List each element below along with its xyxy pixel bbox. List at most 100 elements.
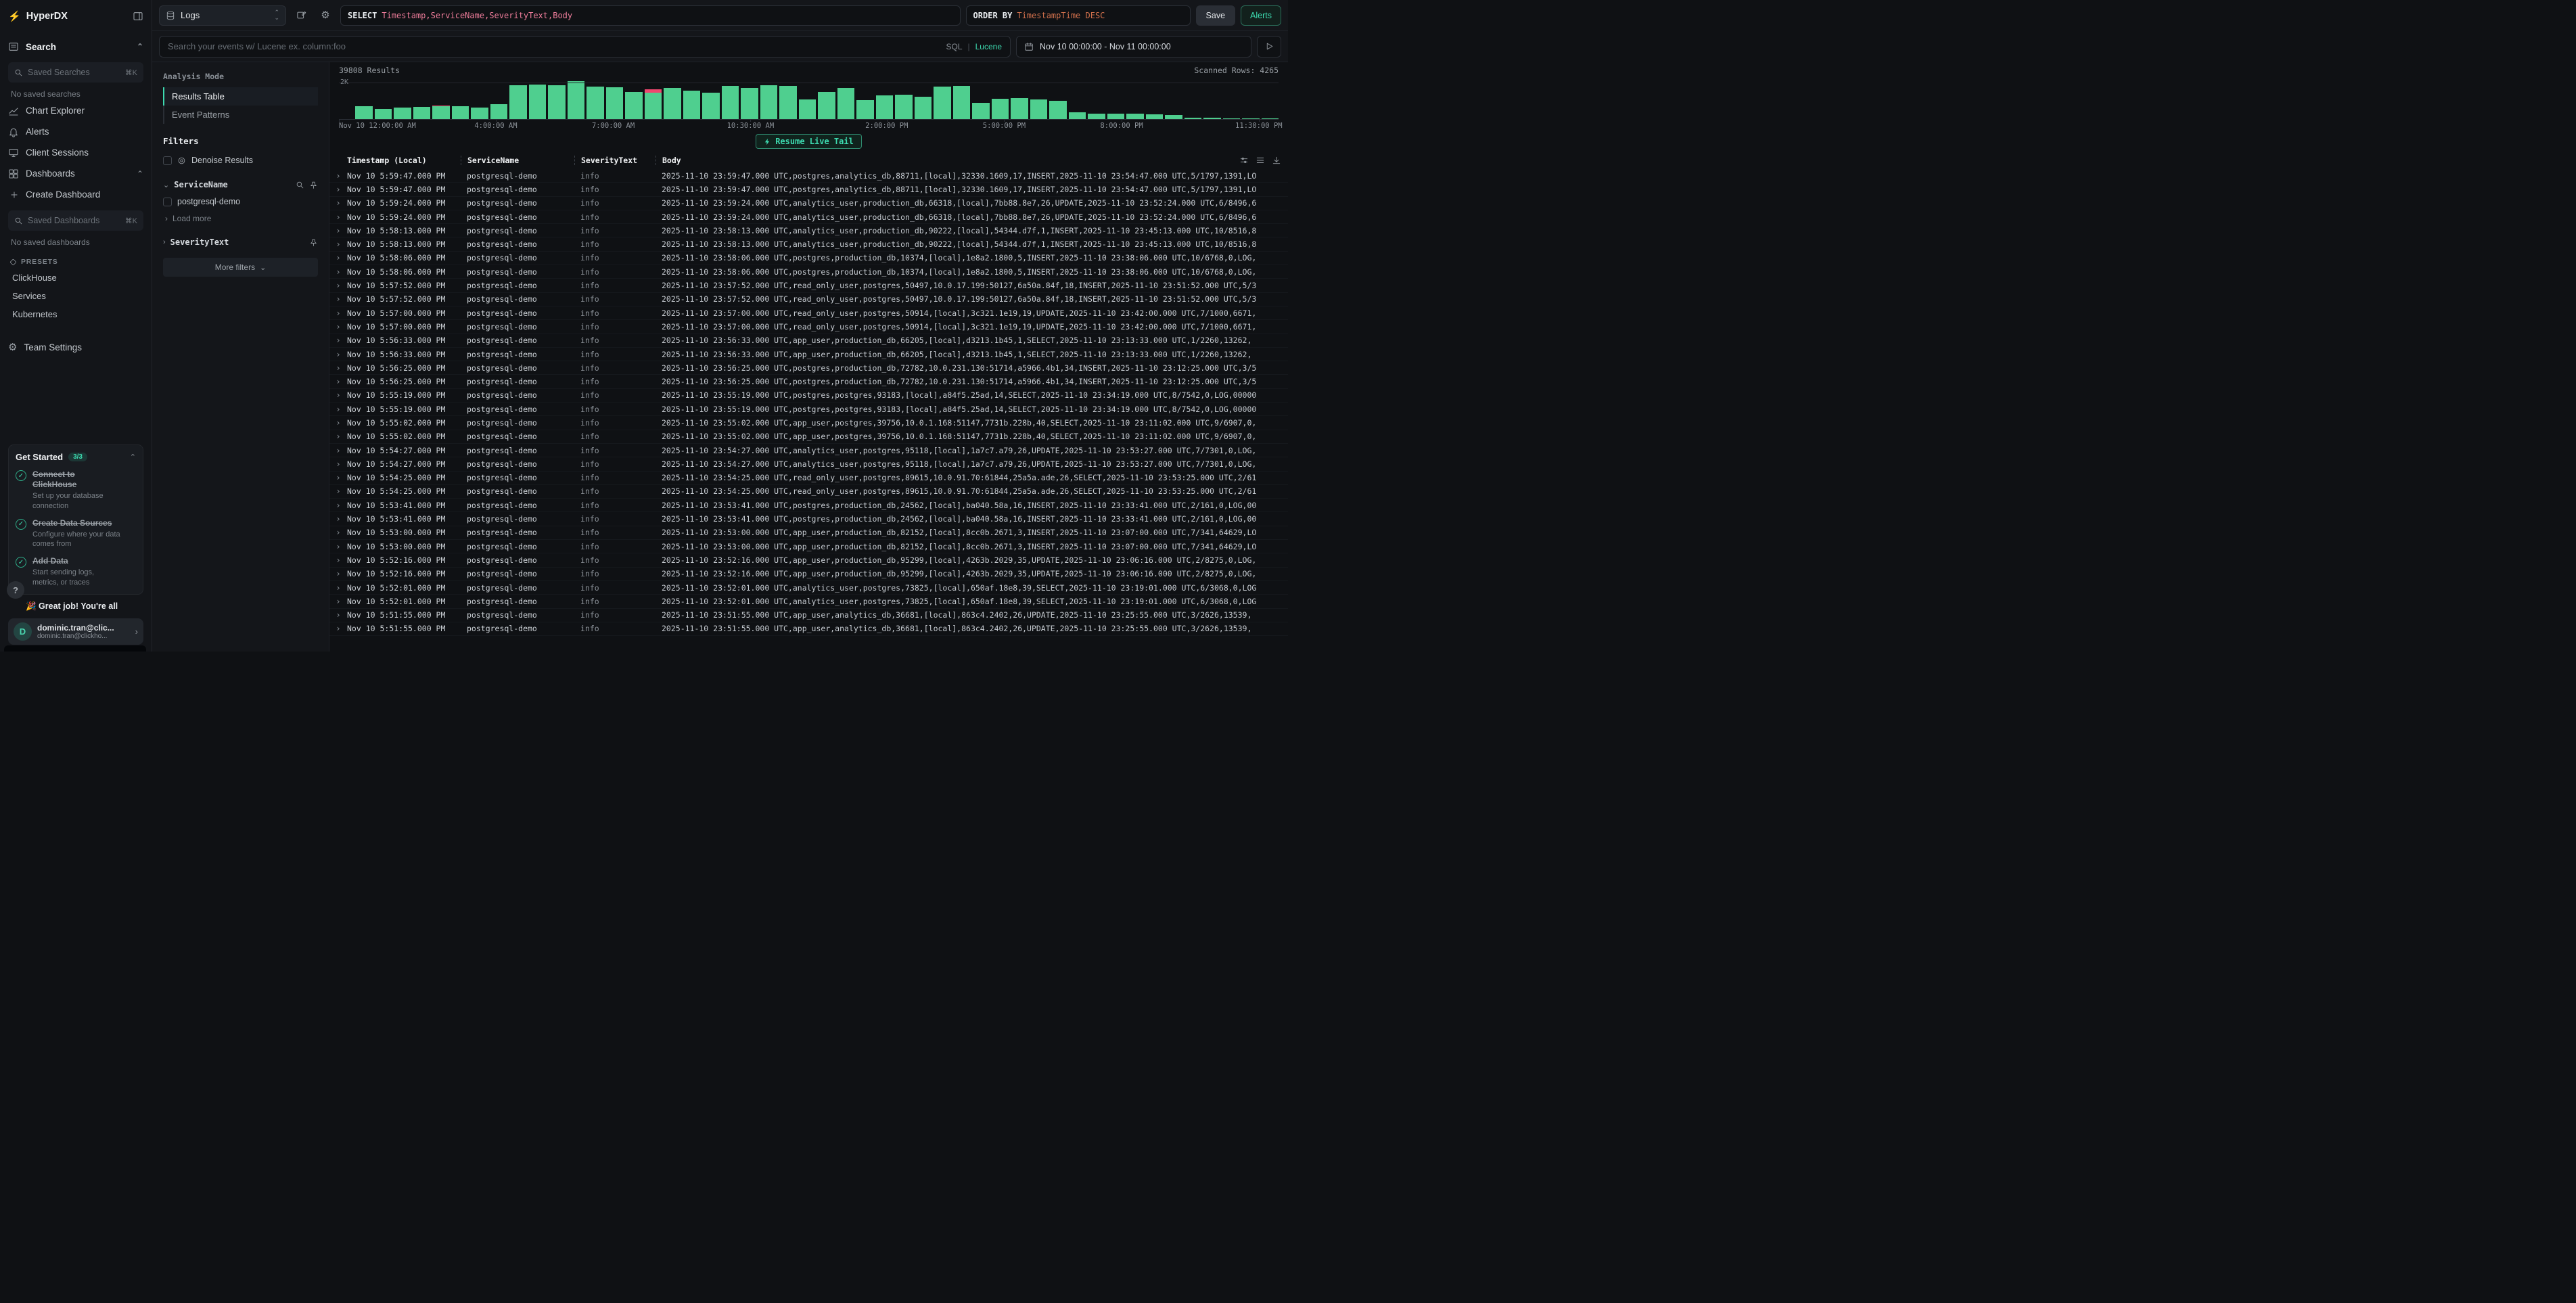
histogram-bar[interactable]	[1107, 79, 1125, 119]
table-row[interactable]: › Nov 10 5:54:27.000 PM postgresql-demo …	[329, 444, 1288, 457]
col-header-timestamp[interactable]: Timestamp (Local)	[347, 156, 461, 165]
table-row[interactable]: › Nov 10 5:52:16.000 PM postgresql-demo …	[329, 568, 1288, 581]
table-row[interactable]: › Nov 10 5:51:55.000 PM postgresql-demo …	[329, 609, 1288, 622]
table-row[interactable]: › Nov 10 5:55:19.000 PM postgresql-demo …	[329, 389, 1288, 403]
row-expand-icon[interactable]: ›	[329, 212, 347, 222]
sidebar-item-alerts[interactable]: Alerts	[8, 121, 143, 142]
load-more-button[interactable]: › Load more	[163, 210, 318, 227]
row-expand-icon[interactable]: ›	[329, 459, 347, 469]
preset-item[interactable]: Kubernetes	[8, 305, 143, 323]
histogram-bar[interactable]	[452, 79, 469, 119]
mode-lucene-toggle[interactable]: Lucene	[975, 42, 1002, 51]
table-row[interactable]: › Nov 10 5:53:41.000 PM postgresql-demo …	[329, 512, 1288, 526]
row-expand-icon[interactable]: ›	[329, 185, 347, 194]
histogram-bar[interactable]	[741, 79, 758, 119]
row-expand-icon[interactable]: ›	[329, 569, 347, 578]
histogram-bar[interactable]	[1165, 79, 1182, 119]
download-icon[interactable]	[1272, 156, 1281, 165]
collapse-sidebar-icon[interactable]	[133, 11, 143, 22]
histogram-bar[interactable]	[471, 79, 488, 119]
histogram-bar[interactable]	[1011, 79, 1028, 119]
row-expand-icon[interactable]: ›	[329, 583, 347, 593]
sidebar-item-team-settings[interactable]: ⚙ Team Settings	[8, 337, 143, 358]
table-row[interactable]: › Nov 10 5:56:33.000 PM postgresql-demo …	[329, 348, 1288, 361]
table-row[interactable]: › Nov 10 5:52:01.000 PM postgresql-demo …	[329, 581, 1288, 595]
sidebar-item-search[interactable]: Search ⌃	[8, 37, 143, 57]
checkbox[interactable]	[163, 156, 172, 165]
table-row[interactable]: › Nov 10 5:59:47.000 PM postgresql-demo …	[329, 183, 1288, 196]
search-input[interactable]: Search your events w/ Lucene ex. column:…	[159, 36, 1011, 58]
histogram-bar[interactable]	[953, 79, 971, 119]
table-row[interactable]: › Nov 10 5:57:00.000 PM postgresql-demo …	[329, 320, 1288, 334]
histogram-bar[interactable]	[1030, 79, 1048, 119]
histogram-bar[interactable]	[683, 79, 701, 119]
sidebar-item-client-sessions[interactable]: Client Sessions	[8, 142, 143, 163]
histogram-bar[interactable]	[895, 79, 913, 119]
row-density-icon[interactable]	[1256, 156, 1265, 165]
histogram-bar[interactable]	[606, 79, 624, 119]
histogram-bar[interactable]	[355, 79, 373, 119]
row-expand-icon[interactable]: ›	[329, 171, 347, 181]
table-row[interactable]: › Nov 10 5:52:16.000 PM postgresql-demo …	[329, 553, 1288, 567]
preset-item[interactable]: Services	[8, 287, 143, 305]
row-expand-icon[interactable]: ›	[329, 528, 347, 537]
histogram-bar[interactable]	[799, 79, 816, 119]
save-button[interactable]: Save	[1196, 5, 1236, 26]
row-expand-icon[interactable]: ›	[329, 281, 347, 290]
histogram-bar[interactable]	[1146, 79, 1164, 119]
row-expand-icon[interactable]: ›	[329, 514, 347, 524]
order-by-input[interactable]: ORDER BY TimestampTime DESC	[966, 5, 1191, 26]
source-settings-button[interactable]: ⚙	[316, 6, 335, 25]
histogram-bar[interactable]	[972, 79, 990, 119]
table-row[interactable]: › Nov 10 5:52:01.000 PM postgresql-demo …	[329, 595, 1288, 608]
table-row[interactable]: › Nov 10 5:53:41.000 PM postgresql-demo …	[329, 499, 1288, 512]
table-row[interactable]: › Nov 10 5:54:27.000 PM postgresql-demo …	[329, 457, 1288, 471]
table-row[interactable]: › Nov 10 5:56:25.000 PM postgresql-demo …	[329, 361, 1288, 375]
table-settings-icon[interactable]	[1239, 156, 1249, 165]
help-button[interactable]: ?	[7, 581, 24, 599]
preset-item[interactable]: ClickHouse	[8, 269, 143, 287]
row-expand-icon[interactable]: ›	[329, 198, 347, 208]
table-row[interactable]: › Nov 10 5:55:02.000 PM postgresql-demo …	[329, 416, 1288, 430]
table-row[interactable]: › Nov 10 5:51:55.000 PM postgresql-demo …	[329, 622, 1288, 636]
chevron-up-icon[interactable]: ⌃	[130, 453, 136, 461]
row-expand-icon[interactable]: ›	[329, 350, 347, 359]
row-expand-icon[interactable]: ›	[329, 390, 347, 400]
histogram-bar[interactable]	[645, 79, 662, 119]
table-row[interactable]: › Nov 10 5:57:00.000 PM postgresql-demo …	[329, 306, 1288, 320]
row-expand-icon[interactable]: ›	[329, 239, 347, 249]
user-menu[interactable]: D dominic.tran@clic... dominic.tran@clic…	[8, 618, 143, 645]
alerts-button[interactable]: Alerts	[1241, 5, 1281, 26]
histogram-bar[interactable]	[509, 79, 527, 119]
edit-source-button[interactable]	[292, 6, 310, 25]
table-row[interactable]: › Nov 10 5:56:25.000 PM postgresql-demo …	[329, 375, 1288, 388]
table-row[interactable]: › Nov 10 5:58:13.000 PM postgresql-demo …	[329, 237, 1288, 251]
analysis-mode-item[interactable]: Event Patterns	[163, 106, 318, 124]
table-row[interactable]: › Nov 10 5:56:33.000 PM postgresql-demo …	[329, 334, 1288, 348]
row-expand-icon[interactable]: ›	[329, 597, 347, 606]
histogram-bar[interactable]	[1203, 79, 1221, 119]
row-expand-icon[interactable]: ›	[329, 308, 347, 318]
histogram-bar[interactable]	[529, 79, 547, 119]
search-icon[interactable]	[296, 181, 304, 189]
row-expand-icon[interactable]: ›	[329, 432, 347, 441]
resume-live-tail-button[interactable]: Resume Live Tail	[756, 134, 862, 149]
col-header-body[interactable]: Body	[656, 156, 1227, 165]
histogram-bar[interactable]	[1088, 79, 1105, 119]
table-row[interactable]: › Nov 10 5:55:02.000 PM postgresql-demo …	[329, 430, 1288, 444]
row-expand-icon[interactable]: ›	[329, 363, 347, 373]
histogram-bar[interactable]	[722, 79, 739, 119]
row-expand-icon[interactable]: ›	[329, 446, 347, 455]
histogram-bar[interactable]	[490, 79, 508, 119]
table-row[interactable]: › Nov 10 5:58:13.000 PM postgresql-demo …	[329, 224, 1288, 237]
row-expand-icon[interactable]: ›	[329, 226, 347, 235]
histogram-bar[interactable]	[394, 79, 411, 119]
histogram-bar[interactable]	[548, 79, 566, 119]
filter-group-severitytext[interactable]: › SeverityText	[163, 237, 318, 247]
row-expand-icon[interactable]: ›	[329, 624, 347, 633]
table-row[interactable]: › Nov 10 5:57:52.000 PM postgresql-demo …	[329, 279, 1288, 292]
saved-dashboards-input[interactable]: Saved Dashboards ⌘K	[8, 210, 143, 231]
histogram-bar[interactable]	[915, 79, 932, 119]
create-dashboard-button[interactable]: Create Dashboard	[8, 184, 143, 205]
table-row[interactable]: › Nov 10 5:54:25.000 PM postgresql-demo …	[329, 472, 1288, 485]
